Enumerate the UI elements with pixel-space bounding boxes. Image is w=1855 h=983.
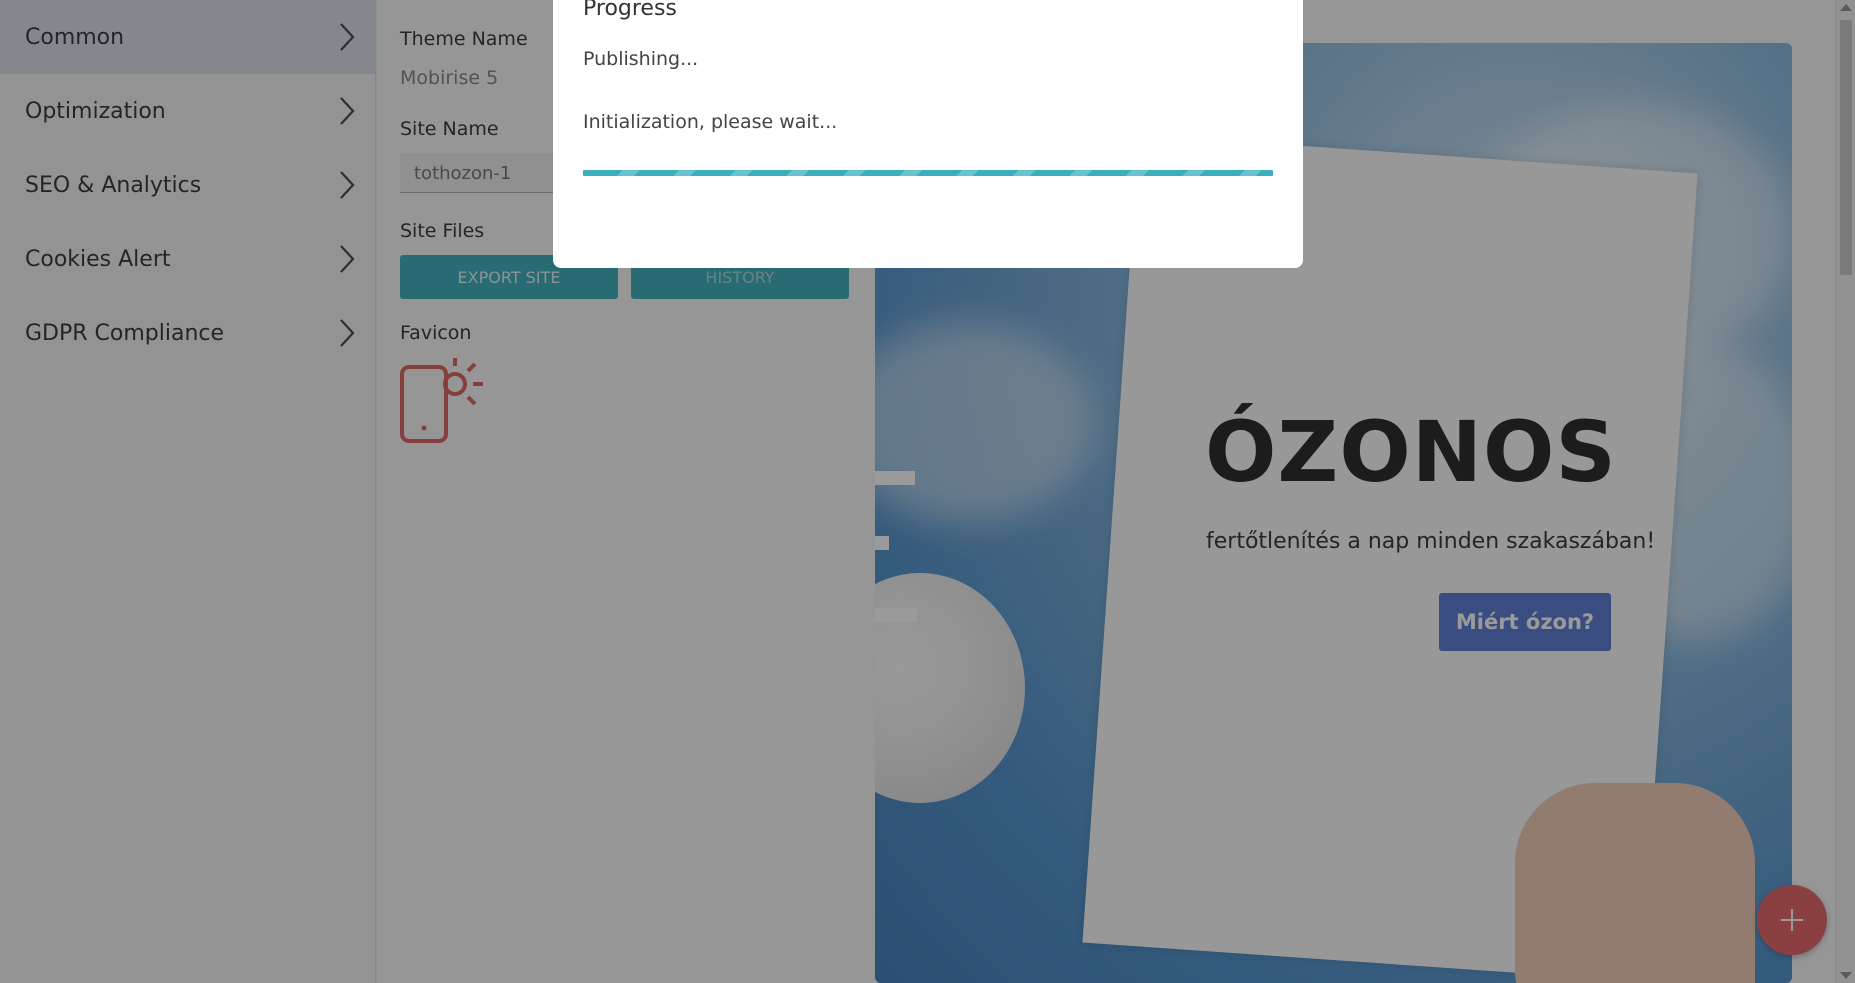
progress-bar bbox=[583, 170, 1273, 176]
dialog-message: Initialization, please wait... bbox=[583, 111, 838, 133]
dialog-title: Progress bbox=[583, 0, 677, 21]
progress-dialog: Progress Publishing... Initialization, p… bbox=[553, 0, 1303, 268]
dialog-status: Publishing... bbox=[583, 48, 699, 70]
progress-bar-fill bbox=[583, 170, 1273, 176]
